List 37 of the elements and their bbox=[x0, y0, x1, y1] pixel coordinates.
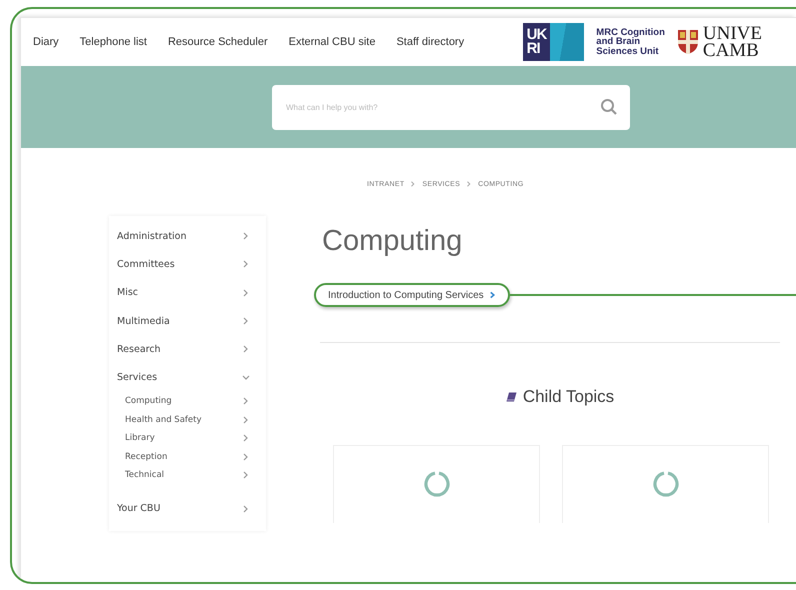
nav-link[interactable]: Staff directory bbox=[396, 36, 464, 48]
book-icon bbox=[506, 392, 517, 402]
search-field[interactable]: What can I help you with? bbox=[272, 84, 630, 130]
search-icon bbox=[600, 98, 618, 116]
page-link[interactable]: Introduction to Computing Services bbox=[314, 283, 510, 307]
sidebar-item[interactable]: Committees bbox=[109, 250, 266, 279]
chevron-right-icon bbox=[410, 181, 416, 187]
chevron-right-icon bbox=[488, 291, 496, 299]
sidebar-subitem[interactable]: Library bbox=[125, 428, 266, 448]
chevron-right-icon bbox=[242, 416, 250, 424]
shield-icon bbox=[676, 29, 699, 55]
chevron-right-icon bbox=[242, 452, 250, 461]
chevron-right-icon bbox=[242, 471, 250, 480]
section-heading: Child Topics bbox=[522, 387, 614, 407]
sidebar-item[interactable]: Research bbox=[109, 335, 266, 364]
sidebar-subitem[interactable]: Health and Safety bbox=[125, 410, 266, 429]
nav-link[interactable]: Diary bbox=[33, 36, 59, 48]
nav-link[interactable]: Resource Scheduler bbox=[168, 36, 268, 48]
nav-link[interactable]: External CBU site bbox=[288, 36, 376, 48]
sidebar-item[interactable]: Services bbox=[109, 363, 266, 392]
chevron-right-icon bbox=[242, 434, 250, 442]
sidebar-subitem[interactable]: Reception bbox=[125, 448, 266, 466]
sidebar-item[interactable]: Misc bbox=[109, 278, 266, 307]
nav-link[interactable]: Telephone list bbox=[80, 36, 147, 48]
sidebar-item[interactable]: Administration bbox=[109, 222, 266, 250]
loading-spinner-icon bbox=[424, 470, 450, 496]
chevron-right-icon bbox=[242, 397, 250, 406]
sidebar-item[interactable]: Your CBU bbox=[109, 494, 266, 524]
page-title: Computing bbox=[322, 224, 464, 258]
loading-spinner-icon bbox=[652, 470, 678, 496]
sidebar-subitem[interactable]: Computing bbox=[125, 392, 266, 410]
logo-text: UNIVE CAMB bbox=[702, 25, 762, 59]
logo-text: MRC Cognition and Brain Sciences Unit bbox=[596, 28, 665, 56]
sidebar-subitem[interactable]: Technical bbox=[125, 466, 266, 485]
chevron-right-icon bbox=[466, 181, 472, 187]
sidebar-item[interactable]: Multimedia bbox=[109, 306, 266, 336]
ukri-logo: UK RI bbox=[522, 23, 584, 61]
